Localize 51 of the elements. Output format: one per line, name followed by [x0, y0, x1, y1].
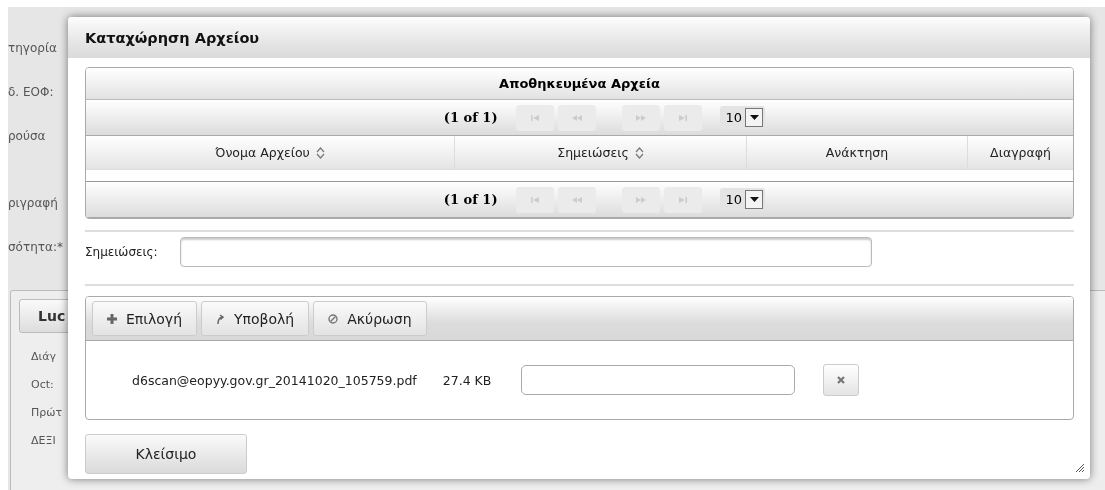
- table-caption: Αποθηκευμένα Αρχεία: [86, 68, 1073, 100]
- form-label: τηγορία: [8, 40, 58, 57]
- form-label: ρούσα: [8, 128, 47, 145]
- field-label: ΔΕΞΙ: [31, 433, 56, 449]
- file-size: 27.4 KB: [442, 372, 492, 388]
- plus-icon: [107, 313, 117, 324]
- sort-icon: [634, 146, 644, 159]
- form-label: σότητα:*: [8, 239, 64, 256]
- field-label: Διάγ: [31, 349, 56, 365]
- next-page-button[interactable]: [621, 104, 660, 131]
- close-icon: [837, 376, 846, 384]
- file-notes-field[interactable]: [521, 365, 796, 395]
- field-label: Πρώτ: [31, 405, 63, 421]
- last-page-icon: [677, 195, 688, 204]
- first-page-button[interactable]: [515, 186, 554, 213]
- notes-label: Σημειώσεις:: [85, 245, 159, 259]
- next-page-button[interactable]: [621, 186, 660, 213]
- form-label: ριγραφή: [8, 195, 59, 212]
- upload-toolbar-button[interactable]: Ακύρωση: [313, 301, 427, 336]
- sort-icon: [315, 146, 325, 159]
- rows-per-page-dropdown[interactable]: 10: [719, 106, 766, 129]
- caret-icon: [749, 197, 759, 202]
- caret-icon: [749, 115, 759, 120]
- file-name: d6scan@eopyy.gov.gr_20141020_105759.pdf: [132, 372, 417, 388]
- form-label: δ. ΕΟΦ:: [8, 84, 55, 101]
- first-page-icon: [529, 195, 540, 204]
- next-page-icon: [634, 195, 647, 204]
- cancel-icon: [328, 313, 339, 324]
- last-page-button[interactable]: [663, 186, 702, 213]
- first-page-button[interactable]: [515, 104, 554, 131]
- last-page-icon: [677, 113, 688, 122]
- previous-page-icon: [570, 195, 583, 204]
- remove-file-button[interactable]: [823, 364, 860, 396]
- column-header[interactable]: Διαγραφή: [968, 136, 1073, 169]
- last-page-button[interactable]: [663, 104, 702, 131]
- previous-page-button[interactable]: [557, 186, 596, 213]
- previous-page-icon: [570, 113, 583, 122]
- rows-per-page-dropdown[interactable]: 10: [719, 188, 766, 211]
- curved-arrow-icon: [216, 313, 226, 324]
- resize-grip-icon: [1075, 463, 1085, 473]
- notes-field[interactable]: [180, 237, 872, 267]
- dialog-title: Καταχώρηση Αρχείου: [85, 29, 260, 46]
- next-page-icon: [634, 113, 647, 122]
- first-page-icon: [529, 113, 540, 122]
- upload-toolbar-button[interactable]: Υποβολή: [201, 301, 310, 336]
- close-button[interactable]: Κλείσιμο: [85, 434, 247, 474]
- page-report: (1 of 1): [443, 110, 498, 125]
- upload-toolbar-button[interactable]: Επιλογή: [92, 301, 198, 336]
- page-report: (1 of 1): [443, 192, 498, 207]
- field-label: Oct:: [31, 377, 54, 393]
- previous-page-button[interactable]: [557, 104, 596, 131]
